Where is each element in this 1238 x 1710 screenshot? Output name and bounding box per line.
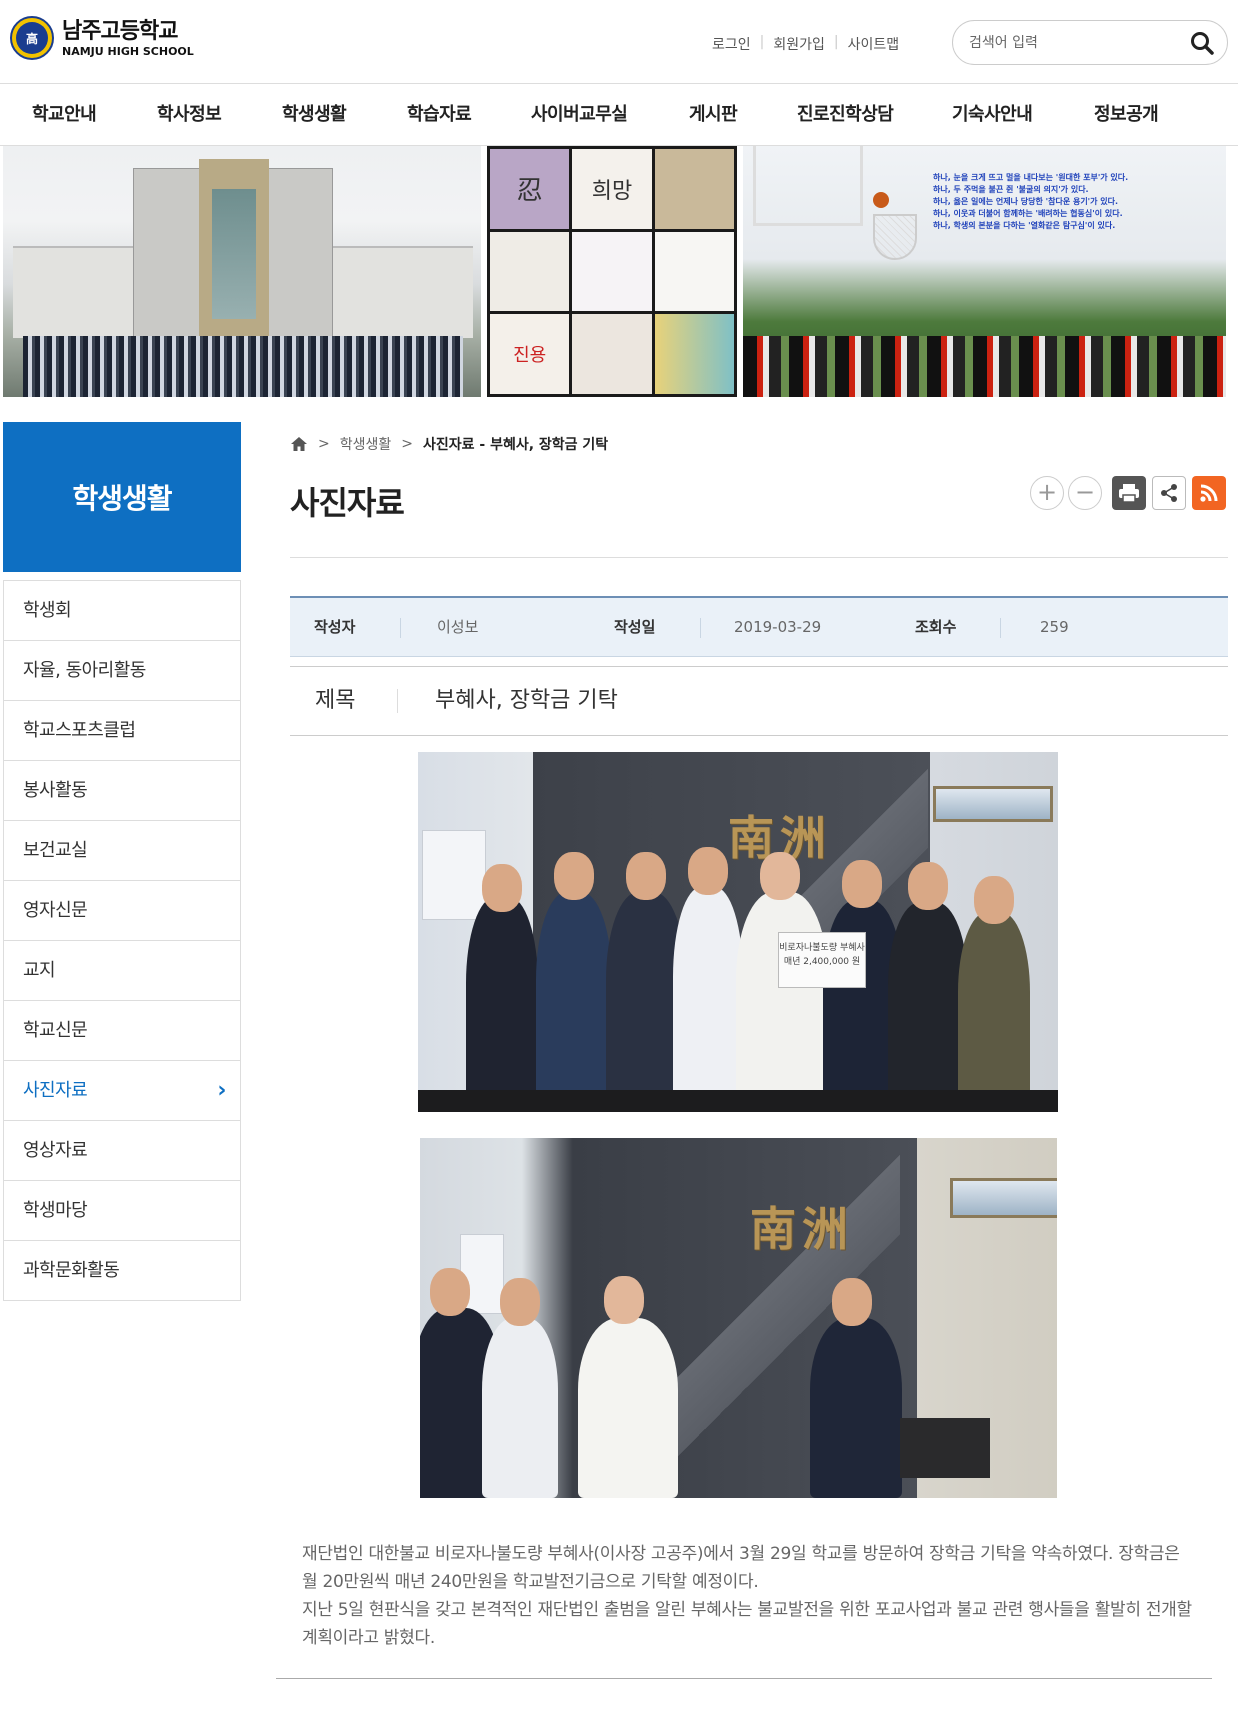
home-icon[interactable] <box>290 436 308 452</box>
subject-label: 제목 <box>315 688 356 713</box>
sidebar-item-student-plaza[interactable]: 학생마당 <box>4 1181 240 1241</box>
sidebar-item-student-council[interactable]: 학생회 <box>4 581 240 641</box>
views-value: 259 <box>1040 618 1069 636</box>
sidebar-item-health[interactable]: 보건교실 <box>4 821 240 881</box>
school-motto: 하나, 눈을 크게 뜨고 멀을 내다보는 '원대한 포부'가 있다. 하나, 두… <box>933 173 1129 230</box>
school-name: 남주고등학교 <box>62 18 178 44</box>
sidebar-item-photos[interactable]: 사진자료 › <box>4 1061 240 1121</box>
post-subject-row: 제목 부혜사, 장학금 기탁 <box>290 666 1228 736</box>
nav-student-life[interactable]: 학생생활 <box>282 84 347 146</box>
chevron-right-icon: > <box>318 436 330 452</box>
site-header: 高 남주고등학교 NAMJU HIGH SCHOOL 로그인 | 회원가입 | … <box>0 0 1238 84</box>
login-link[interactable]: 로그인 <box>712 34 751 54</box>
utility-links: 로그인 | 회원가입 | 사이트맵 <box>712 34 900 54</box>
sidebar-item-clubs[interactable]: 자율, 동아리활동 <box>4 641 240 701</box>
nav-disclosure[interactable]: 정보공개 <box>1094 84 1159 146</box>
sidebar-item-magazine[interactable]: 교지 <box>4 941 240 1001</box>
chevron-right-icon: > <box>401 436 413 452</box>
subject-value: 부혜사, 장학금 기탁 <box>435 688 618 713</box>
sitemap-link[interactable]: 사이트맵 <box>848 34 900 54</box>
print-icon <box>1119 484 1139 503</box>
school-logo[interactable]: 高 남주고등학교 NAMJU HIGH SCHOOL <box>10 16 194 60</box>
author-label: 작성자 <box>314 618 356 636</box>
author-value: 이성보 <box>437 618 479 636</box>
content-bottom-divider <box>276 1678 1212 1679</box>
sidebar-item-volunteer[interactable]: 봉사활동 <box>4 761 240 821</box>
share-icon <box>1161 484 1177 502</box>
nav-dormitory[interactable]: 기숙사안내 <box>952 84 1033 146</box>
school-emblem-icon: 高 <box>10 16 54 60</box>
breadcrumb-level1[interactable]: 학생생활 <box>340 434 392 454</box>
views-label: 조회수 <box>915 618 957 636</box>
post-photo-2[interactable]: 南洲 <box>420 1138 1057 1498</box>
nav-school-info[interactable]: 학교안내 <box>32 84 97 146</box>
banner-calligraphy-grid: 忍 희망 진용 <box>487 146 737 397</box>
share-button[interactable] <box>1152 476 1186 510</box>
date-value: 2019-03-29 <box>734 618 822 636</box>
sidebar-item-science[interactable]: 과학문화활동 <box>4 1241 240 1301</box>
nav-board[interactable]: 게시판 <box>689 84 738 146</box>
sidebar-item-english-news[interactable]: 영자신문 <box>4 881 240 941</box>
nav-academic[interactable]: 학사정보 <box>157 84 222 146</box>
banner-basketball-photo: 하나, 눈을 크게 뜨고 멀을 내다보는 '원대한 포부'가 있다. 하나, 두… <box>743 146 1226 397</box>
post-info-bar: 작성자 이성보 작성일 2019-03-29 조회수 259 <box>290 596 1228 657</box>
visual-banner: 忍 희망 진용 하나, 눈을 크게 뜨고 멀을 내다보는 '원대한 포부'가 있… <box>0 146 1238 397</box>
sidebar-title: 학생생활 <box>3 422 241 572</box>
signup-link[interactable]: 회원가입 <box>773 34 825 54</box>
title-divider <box>290 557 1228 558</box>
nav-career[interactable]: 진로진학상담 <box>797 84 894 146</box>
school-name-en: NAMJU HIGH SCHOOL <box>62 44 194 58</box>
main-navigation: 학교안내 학사정보 학생생활 학습자료 사이버교무실 게시판 진로진학상담 기숙… <box>0 84 1238 146</box>
search-icon[interactable] <box>1189 30 1215 56</box>
rss-button[interactable] <box>1192 476 1226 510</box>
sidebar-item-videos[interactable]: 영상자료 <box>4 1121 240 1181</box>
date-label: 작성일 <box>614 618 656 636</box>
page-title: 사진자료 <box>290 484 405 522</box>
sidebar-item-sports-club[interactable]: 학교스포츠클럽 <box>4 701 240 761</box>
post-photo-1[interactable]: 南洲 비로자나불도량 부혜사 매년 2,400,000 원 <box>418 752 1058 1112</box>
search-input[interactable] <box>969 34 1179 51</box>
zoom-in-button[interactable]: + <box>1030 476 1064 510</box>
breadcrumb: > 학생생활 > 사진자료 - 부혜사, 장학금 기탁 <box>290 434 608 454</box>
sidebar-item-school-news[interactable]: 학교신문 <box>4 1001 240 1061</box>
breadcrumb-current: 사진자료 - 부혜사, 장학금 기탁 <box>423 437 609 453</box>
basketball-icon <box>873 192 889 208</box>
chevron-right-icon: › <box>217 1078 226 1103</box>
nav-cyber-office[interactable]: 사이버교무실 <box>531 84 628 146</box>
nav-learning[interactable]: 학습자료 <box>407 84 472 146</box>
rss-icon <box>1200 484 1218 502</box>
sidebar-menu: 학생회 자율, 동아리활동 학교스포츠클럽 봉사활동 보건교실 영자신문 교지 … <box>3 580 241 1301</box>
print-button[interactable] <box>1112 476 1146 510</box>
search-box <box>952 20 1228 65</box>
zoom-out-button[interactable]: − <box>1068 476 1102 510</box>
post-body: 재단법인 대한불교 비로자나불도량 부혜사(이사장 고공주)에서 3월 29일 … <box>302 1544 1192 1648</box>
banner-school-photo <box>3 146 481 397</box>
page-tools: + − <box>1030 476 1226 510</box>
